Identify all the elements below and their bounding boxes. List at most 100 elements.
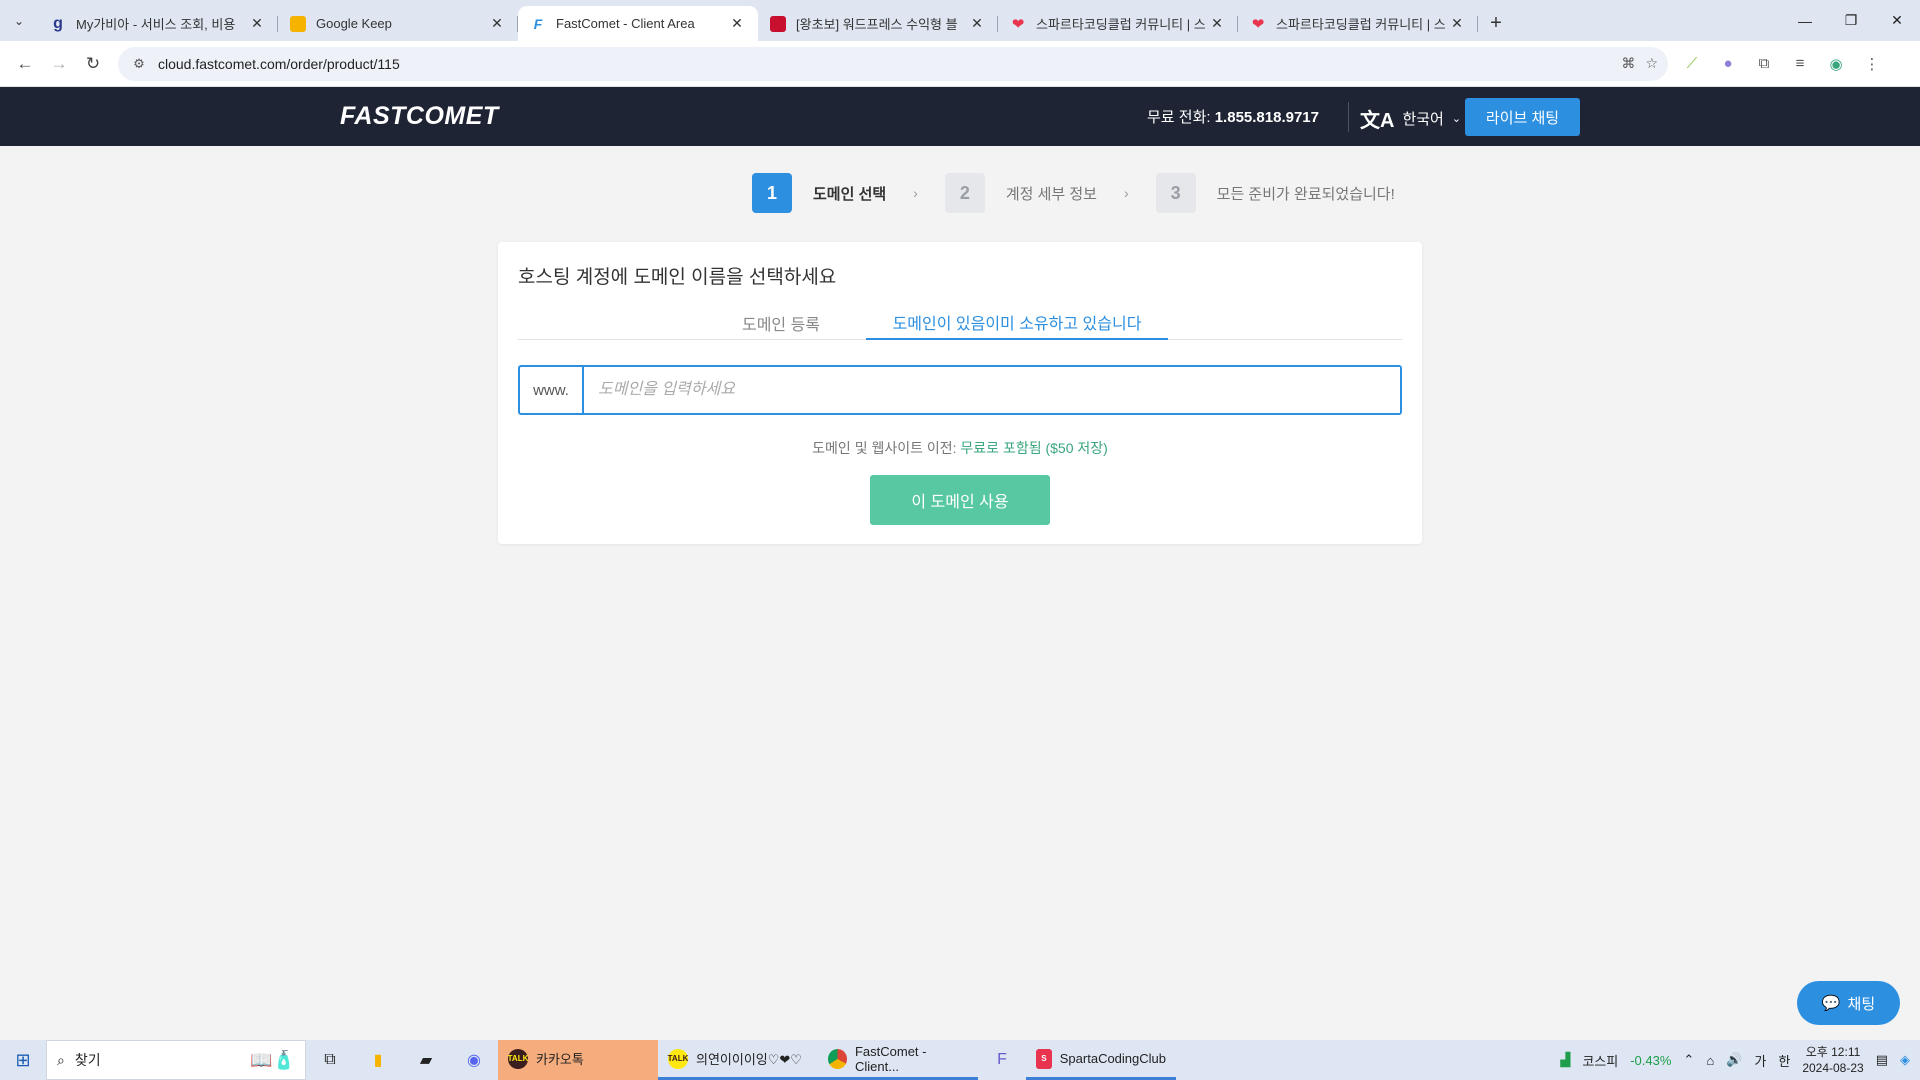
search-icon: ⌕ (57, 1051, 65, 1068)
taskbar-app-kakaotalk-chat[interactable]: TALK 의연이이이잉♡❤♡ (658, 1040, 818, 1080)
language-label: 한국어 (1402, 111, 1444, 128)
windows-start-icon[interactable]: ⊞ (0, 1040, 46, 1080)
taskbar-app-label: SpartaCodingClub (1059, 1051, 1166, 1066)
reload-icon[interactable]: ↻ (76, 47, 110, 81)
close-tab-icon[interactable]: ✕ (968, 15, 986, 32)
taskbar-app-spartacodingclub[interactable]: S SpartaCodingClub (1026, 1040, 1176, 1080)
task-view-icon[interactable]: ⧉ (306, 1040, 354, 1080)
browser-toolbar: ← → ↻ ⚙ cloud.fastcomet.com/order/produc… (0, 41, 1920, 87)
back-arrow-icon[interactable]: ← (8, 47, 42, 81)
profile-icon[interactable]: ◉ (1822, 50, 1850, 78)
fastcomet-logo[interactable]: FASTCOMET (340, 102, 499, 131)
clock[interactable]: 오후 12:11 2024-08-23 (1802, 1044, 1863, 1076)
close-tab-icon[interactable]: ✕ (1448, 15, 1466, 32)
clock-time: 오후 12:11 (1805, 1045, 1861, 1059)
use-domain-button[interactable]: 이 도메인 사용 (870, 475, 1050, 525)
chat-widget-button[interactable]: 💬 채팅 (1797, 981, 1900, 1025)
discord-icon[interactable]: ◉ (450, 1040, 498, 1080)
minimize-icon[interactable]: — (1782, 0, 1828, 41)
tab-title: My가비아 - 서비스 조회, 비용 (76, 17, 236, 32)
url-text: cloud.fastcomet.com/order/product/115 (158, 55, 400, 72)
kospi-label[interactable]: 코스피 (1582, 1051, 1618, 1070)
fastcomet-taskbar-icon[interactable]: F (978, 1040, 1026, 1080)
phone-label: 무료 전화: (1147, 109, 1211, 126)
browser-menu-icon[interactable]: ⋮ (1858, 50, 1886, 78)
phone-number[interactable]: 1.855.818.9717 (1215, 109, 1319, 126)
step-number: 3 (1155, 173, 1196, 213)
tab-register-domain[interactable]: 도메인 등록 (740, 306, 822, 340)
taskbar-search[interactable]: ⌕ 찾기 📖🧴 (46, 1040, 306, 1080)
close-tab-icon[interactable]: ✕ (728, 15, 746, 32)
chrome-icon (828, 1048, 847, 1069)
transfer-label: 도메인 및 웹사이트 이전: (812, 440, 957, 456)
order-steps: 1 도메인 선택 › 2 계정 세부 정보 › 3 모든 준비가 완료되었습니다… (752, 173, 1395, 213)
taskbar-app-label: 카카오톡 (536, 1052, 584, 1067)
step-2: 2 계정 세부 정보 (944, 173, 1097, 213)
search-highlight-icon: 📖🧴 (250, 1049, 295, 1070)
step-3: 3 모든 준비가 완료되었습니다! (1155, 173, 1395, 213)
taskbar-app-kakaotalk[interactable]: TALK 카카오톡 (498, 1040, 658, 1080)
address-bar[interactable]: ⚙ cloud.fastcomet.com/order/product/115 … (118, 46, 1668, 81)
purple-extension-icon[interactable]: ● (1714, 50, 1742, 78)
taskbar-app-label: 의연이이이잉♡❤♡ (696, 1052, 802, 1067)
browser-tab-google-keep[interactable]: Google Keep ✕ (278, 6, 518, 41)
browser-tab-fastcomet[interactable]: F FastComet - Client Area ✕ (518, 6, 758, 41)
close-tab-icon[interactable]: ✕ (248, 15, 266, 32)
tab-title: FastComet - Client Area (556, 16, 695, 31)
taskbar-app-chrome[interactable]: FastComet - Client... (818, 1040, 978, 1080)
browser-tab-strip: ⌄ g My가비아 - 서비스 조회, 비용 ✕ Google Keep ✕ F… (0, 0, 1920, 41)
chart-extension-icon[interactable]: ⟋ (1678, 50, 1706, 78)
tray-chevron-up-icon[interactable]: ⌃ (1683, 1052, 1694, 1068)
close-tab-icon[interactable]: ✕ (1208, 15, 1226, 32)
live-chat-button[interactable]: 라이브 채팅 (1465, 98, 1580, 136)
ime-hangul[interactable]: 한 (1778, 1051, 1790, 1070)
puzzle-extensions-icon[interactable]: ⧉ (1750, 50, 1778, 78)
sticky-notes-icon[interactable]: ▰ (402, 1040, 450, 1080)
close-tab-icon[interactable]: ✕ (488, 15, 506, 32)
restore-icon[interactable]: ❐ (1828, 0, 1874, 41)
translate-icon: 文A (1360, 110, 1395, 132)
browser-tab-sparta-community-2[interactable]: ❤ 스파르타코딩클럽 커뮤니티 | 스 ✕ (1238, 6, 1478, 41)
card-title: 호스팅 계정에 도메인 이름을 선택하세요 (518, 267, 837, 288)
step-label: 계정 세부 정보 (1005, 185, 1097, 203)
heart-favicon-icon: ❤ (1011, 15, 1025, 33)
chevron-right-icon: › (1123, 185, 1129, 201)
chat-widget-label: 채팅 (1847, 995, 1876, 1013)
language-selector[interactable]: 文A 한국어 ⌄ (1360, 104, 1461, 133)
domain-tabs: 도메인 등록 도메인이 있음이미 소유하고 있습니다 (518, 306, 1402, 340)
fastcomet-favicon-icon: F (533, 15, 543, 32)
close-window-icon[interactable]: ✕ (1874, 0, 1920, 41)
google-keep-favicon-icon (290, 15, 306, 32)
forward-arrow-icon[interactable]: → (42, 47, 76, 81)
google-keep-taskbar-icon[interactable]: ▮ (354, 1040, 402, 1080)
tab-own-domain[interactable]: 도메인이 있음이미 소유하고 있습니다 (866, 306, 1168, 340)
domain-input[interactable] (584, 367, 1400, 413)
kakaotalk-icon: TALK (668, 1048, 688, 1069)
browser-tab-sparta-community-1[interactable]: ❤ 스파르타코딩클럽 커뮤니티 | 스 ✕ (998, 6, 1238, 41)
www-prefix: www. (520, 367, 584, 413)
browser-tab-wordpress-course[interactable]: [왕초보] 워드프레스 수익형 블 ✕ (758, 6, 998, 41)
browser-tab-gabia[interactable]: g My가비아 - 서비스 조회, 비용 ✕ (38, 6, 278, 41)
windows-taskbar: ⊞ ⌕ 찾기 📖🧴 ⧉ ▮ ▰ ◉ TALK 카카오톡 TALK 의연이이이잉♡… (0, 1040, 1920, 1080)
new-tab-plus-icon[interactable]: + (1478, 6, 1514, 41)
tab-search-chevron-icon[interactable]: ⌄ (0, 0, 38, 41)
stock-chart-icon: ▟ (1560, 1052, 1571, 1067)
tab-title: [왕초보] 워드프레스 수익형 블 (796, 17, 958, 32)
step-number: 2 (944, 173, 985, 213)
translate-icon[interactable]: ⌘ (1621, 55, 1635, 72)
copilot-icon[interactable]: ◈ (1900, 1052, 1910, 1068)
gabia-favicon-icon: g (53, 14, 63, 32)
tab-title: Google Keep (316, 16, 392, 31)
tab-title: 스파르타코딩클럽 커뮤니티 | 스 (1276, 17, 1446, 32)
volume-icon[interactable]: 🔊 (1726, 1052, 1742, 1068)
notifications-icon[interactable]: ▤ (1876, 1052, 1888, 1068)
network-icon[interactable]: ⌂ (1706, 1053, 1714, 1068)
bookmark-star-icon[interactable]: ☆ (1645, 55, 1658, 72)
window-controls: — ❐ ✕ (1782, 0, 1920, 41)
chevron-down-icon: ⌄ (1451, 113, 1462, 125)
ime-mode[interactable]: 가 (1754, 1051, 1766, 1070)
tab-title: 스파르타코딩클럽 커뮤니티 | 스 (1036, 17, 1206, 32)
site-settings-icon[interactable]: ⚙ (128, 56, 150, 72)
media-controls-icon[interactable]: ≡ (1786, 50, 1814, 78)
book-favicon-icon (770, 15, 786, 32)
